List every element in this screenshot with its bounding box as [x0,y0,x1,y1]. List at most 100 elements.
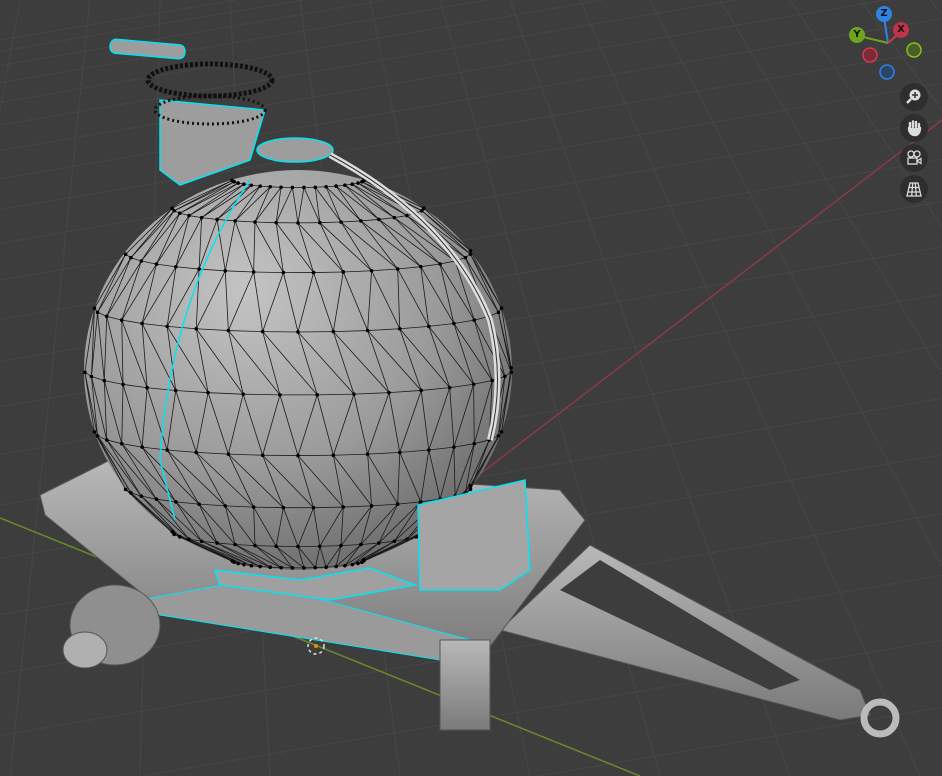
trailer-model[interactable] [39,38,900,738]
mesh-vertex [95,310,100,315]
mesh-vertex [174,264,178,269]
mesh-vertex [258,564,263,569]
mesh-vertex [242,562,246,567]
mesh-vertex [226,452,231,456]
mesh-vertex [145,385,149,390]
mesh-vertex [438,262,442,266]
x-axis-handle[interactable]: X [893,22,909,38]
mesh-vertex [123,252,128,257]
grid-line [0,0,387,67]
rear-post [439,639,491,731]
mesh-vertex [499,430,504,434]
grid-line [0,0,236,41]
mesh-vertex [468,248,473,253]
mesh-vertex [395,267,400,271]
mesh-vertex [260,329,265,334]
mesh-vertex [377,541,381,545]
mesh-vertex [395,502,400,506]
mesh-vertex [173,388,178,393]
mesh-vertex [154,497,159,502]
mesh-vertex [83,370,87,375]
mesh-vertex [215,541,219,545]
mesh-vertex [387,390,391,395]
mesh-vertex [296,544,300,549]
mesh-vertex [119,318,124,322]
3d-viewport[interactable] [0,0,942,776]
mesh-vertex [377,217,381,222]
neg-x-handle[interactable] [862,47,878,63]
camera-icon [907,150,922,165]
mesh-vertex [405,213,409,218]
mesh-vertex [503,374,507,379]
valve-handle [109,38,186,60]
neg-y-handle[interactable] [906,42,922,58]
mesh-vertex [281,505,286,510]
mesh-vertex [139,259,144,263]
mesh-vertex [123,487,128,492]
mesh-vertex [194,326,199,331]
mesh-vertex [129,491,133,495]
mesh-vertex [472,441,477,446]
mesh-vertex [165,448,169,452]
mesh-vertex [290,566,295,570]
mesh-vertex [274,220,278,225]
mesh-vertex [311,505,316,510]
mesh-vertex [447,385,452,390]
pan-view-button[interactable] [900,114,928,142]
z-axis-handle[interactable]: Z [876,6,892,22]
mesh-vertex [249,183,254,188]
grid-line [0,0,487,84]
camera-view-button[interactable] [900,144,928,172]
hand-icon [907,120,922,137]
magnifier-plus-icon [906,89,921,104]
mesh-vertex [468,487,473,492]
navigation-gizmo[interactable]: Z Y X [842,0,942,90]
mesh-vertex [311,270,316,275]
top-cap [256,137,334,163]
grid-line [0,0,737,126]
mesh-vertex [397,326,402,331]
mesh-vertex [341,505,346,509]
tank-neck [159,99,266,186]
mesh-vertex [253,220,257,224]
mesh-vertex [92,306,97,310]
mesh-vertex [242,182,246,187]
mesh-vertex [268,184,273,189]
mesh-vertex [392,539,397,544]
mesh-vertex [509,365,513,370]
mesh-vertex [139,494,144,498]
y-axis-handle[interactable]: Y [849,27,865,43]
grid-line [0,82,942,244]
mesh-vertex [251,270,256,274]
mesh-vertex [356,181,360,185]
mesh-vertex [119,441,124,446]
grid-icon [906,182,922,197]
mesh-vertex [499,306,504,310]
mesh-vertex [92,430,97,434]
zoom-view-button[interactable] [900,83,928,111]
mesh-vertex [343,563,347,568]
mesh-vertex [334,184,338,188]
mesh-vertex [223,268,228,273]
mesh-vertex [241,392,245,396]
mesh-vertex [233,542,237,547]
ortho-toggle-button[interactable] [900,175,928,203]
mesh-vertex [359,542,363,547]
mesh-vertex [206,390,210,395]
mesh-vertex [197,267,201,271]
neg-z-handle[interactable] [879,64,895,80]
mesh-vertex [95,434,100,438]
mesh-vertex [496,310,501,315]
mesh-vertex [356,561,360,566]
mesh-vertex [199,215,204,220]
mesh-vertex [334,564,338,569]
mesh-vertex [215,217,219,222]
mesh-vertex [278,393,282,397]
mesh-vertex [421,206,426,210]
mesh-vertex [324,184,328,189]
mesh-vertex [318,544,322,549]
mesh-vertex [452,445,456,449]
mesh-vertex [365,452,370,456]
mesh-vertex [223,504,228,508]
mesh-vertex [290,185,295,190]
